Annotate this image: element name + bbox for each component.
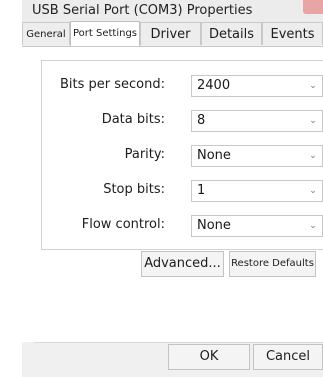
ok-button[interactable]: OK [168, 344, 250, 370]
chevron-down-icon: ⌄ [309, 151, 317, 161]
tab-port-settings[interactable]: Port Settings [70, 21, 140, 46]
data-bits-select[interactable]: 8 ⌄ [191, 110, 323, 132]
flow-control-select[interactable]: None ⌄ [191, 215, 323, 237]
close-button[interactable] [303, 0, 323, 14]
chevron-down-icon: ⌄ [309, 221, 317, 231]
tab-details[interactable]: Details [201, 22, 262, 45]
tab-bar: General Port Settings Driver Details Eve… [22, 21, 323, 46]
flow-control-label: Flow control: [81, 217, 165, 232]
port-settings-panel: Bits per second: 2400 ⌄ Data bits: 8 ⌄ P… [22, 46, 323, 342]
chevron-down-icon: ⌄ [309, 116, 317, 126]
bits-per-second-value: 2400 [197, 78, 231, 93]
cancel-button[interactable]: Cancel [253, 344, 323, 370]
restore-defaults-button[interactable]: Restore Defaults [229, 251, 316, 277]
advanced-button[interactable]: Advanced... [141, 251, 224, 277]
tab-driver[interactable]: Driver [140, 22, 201, 45]
parity-label: Parity: [124, 147, 165, 162]
window-title: USB Serial Port (COM3) Properties [32, 3, 253, 18]
parity-value: None [197, 148, 231, 163]
chevron-down-icon: ⌄ [309, 81, 317, 91]
footer-divider [34, 342, 323, 343]
settings-group: Bits per second: 2400 ⌄ Data bits: 8 ⌄ P… [41, 60, 323, 250]
tab-events[interactable]: Events [262, 22, 323, 45]
data-bits-label: Data bits: [101, 112, 165, 127]
bits-per-second-select[interactable]: 2400 ⌄ [191, 75, 323, 97]
flow-control-value: None [197, 218, 231, 233]
data-bits-value: 8 [197, 113, 206, 128]
stop-bits-value: 1 [197, 183, 206, 198]
bits-per-second-label: Bits per second: [59, 77, 165, 92]
chevron-down-icon: ⌄ [309, 186, 317, 196]
stop-bits-select[interactable]: 1 ⌄ [191, 180, 323, 202]
tab-general[interactable]: General [22, 22, 70, 45]
title-bar: USB Serial Port (COM3) Properties [22, 0, 323, 22]
properties-dialog: USB Serial Port (COM3) Properties Genera… [22, 0, 323, 377]
dialog-footer: OK Cancel [22, 342, 323, 377]
stop-bits-label: Stop bits: [103, 182, 165, 197]
parity-select[interactable]: None ⌄ [191, 145, 323, 167]
